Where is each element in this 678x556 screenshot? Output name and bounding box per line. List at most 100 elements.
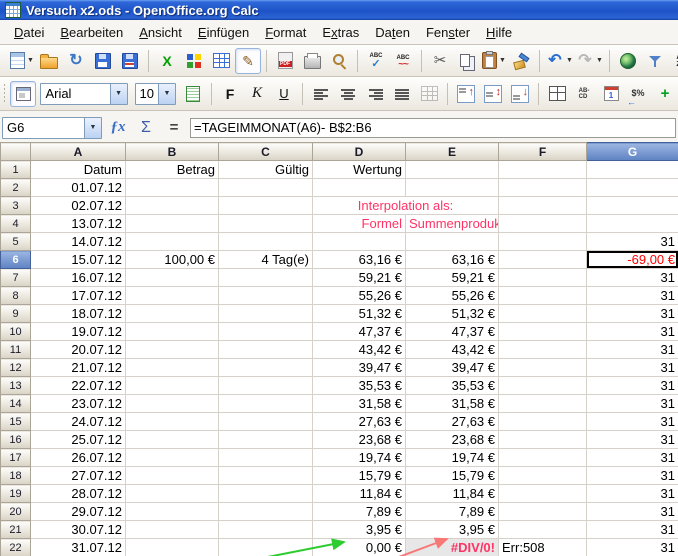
cell-A1[interactable]: Datum: [31, 161, 126, 179]
row-header-6[interactable]: 6: [1, 251, 31, 269]
undo-button[interactable]: ↶▼: [545, 48, 574, 74]
cell-C5[interactable]: [219, 233, 313, 251]
cell-E20[interactable]: 7,89 €: [406, 503, 499, 521]
menu-daten[interactable]: Daten: [367, 22, 418, 43]
cell-G12[interactable]: 31: [587, 359, 678, 377]
chevron-down-icon[interactable]: ▼: [110, 84, 127, 104]
cell-F2[interactable]: [499, 179, 587, 197]
cell-B12[interactable]: [126, 359, 219, 377]
bold-button[interactable]: F: [217, 81, 243, 107]
cell-G21[interactable]: 31: [587, 521, 678, 539]
row-header-22[interactable]: 22: [1, 539, 31, 556]
row-header-7[interactable]: 7: [1, 269, 31, 287]
date-format-button[interactable]: 1: [598, 81, 624, 107]
cell-A4[interactable]: 13.07.12: [31, 215, 126, 233]
cell-A21[interactable]: 30.07.12: [31, 521, 126, 539]
row-header-11[interactable]: 11: [1, 341, 31, 359]
cell-A13[interactable]: 22.07.12: [31, 377, 126, 395]
cell-C4[interactable]: [219, 215, 313, 233]
italic-button[interactable]: K: [244, 81, 270, 107]
new-document-button[interactable]: ▼: [9, 48, 35, 74]
cell-F10[interactable]: [499, 323, 587, 341]
cell-B20[interactable]: [126, 503, 219, 521]
cell-D14[interactable]: 31,58 €: [313, 395, 406, 413]
dropdown-arrow-icon[interactable]: ▼: [27, 57, 34, 64]
cell-G16[interactable]: 31: [587, 431, 678, 449]
menu-ansicht[interactable]: Ansicht: [131, 22, 190, 43]
cell-D7[interactable]: 59,21 €: [313, 269, 406, 287]
cell-D5[interactable]: [313, 233, 406, 251]
cell-G3[interactable]: [587, 197, 678, 215]
menu-extras[interactable]: Extras: [314, 22, 367, 43]
cell-F8[interactable]: [499, 287, 587, 305]
cell-E7[interactable]: 59,21 €: [406, 269, 499, 287]
cell-E17[interactable]: 19,74 €: [406, 449, 499, 467]
edit-file-button[interactable]: ✎: [235, 48, 261, 74]
cell-E1[interactable]: [406, 161, 499, 179]
cell-B13[interactable]: [126, 377, 219, 395]
cell-E18[interactable]: 15,79 €: [406, 467, 499, 485]
cell-C8[interactable]: [219, 287, 313, 305]
save-as-button[interactable]: [117, 48, 143, 74]
cell-D8[interactable]: 55,26 €: [313, 287, 406, 305]
cell-D6[interactable]: 63,16 €: [313, 251, 406, 269]
sort-ascending-button[interactable]: A Z: [669, 48, 678, 74]
row-header-5[interactable]: 5: [1, 233, 31, 251]
cell-C15[interactable]: [219, 413, 313, 431]
cell-F21[interactable]: [499, 521, 587, 539]
cell-G4[interactable]: [587, 215, 678, 233]
cell-B21[interactable]: [126, 521, 219, 539]
cell-G15[interactable]: 31: [587, 413, 678, 431]
auto-spellcheck-button[interactable]: [390, 48, 416, 74]
paste-button[interactable]: ▼: [481, 48, 507, 74]
currency-format-button[interactable]: $%: [625, 81, 651, 107]
wrap-text-button[interactable]: AB- CD: [571, 81, 597, 107]
cell-C19[interactable]: [219, 485, 313, 503]
cell-E6[interactable]: 63,16 €: [406, 251, 499, 269]
cell-C22[interactable]: [219, 539, 313, 556]
column-header-D[interactable]: D: [313, 143, 406, 161]
function-wizard-button[interactable]: ƒx: [106, 116, 130, 140]
cell-B19[interactable]: [126, 485, 219, 503]
cell-A8[interactable]: 17.07.12: [31, 287, 126, 305]
cell-F5[interactable]: [499, 233, 587, 251]
cell-G9[interactable]: 31: [587, 305, 678, 323]
cell-A17[interactable]: 26.07.12: [31, 449, 126, 467]
cell-C17[interactable]: [219, 449, 313, 467]
column-header-F[interactable]: F: [499, 143, 587, 161]
row-header-21[interactable]: 21: [1, 521, 31, 539]
cell-C12[interactable]: [219, 359, 313, 377]
row-header-19[interactable]: 19: [1, 485, 31, 503]
row-header-15[interactable]: 15: [1, 413, 31, 431]
cell-F15[interactable]: [499, 413, 587, 431]
cell-D9[interactable]: 51,32 €: [313, 305, 406, 323]
copy-button[interactable]: [454, 48, 480, 74]
cell-A5[interactable]: 14.07.12: [31, 233, 126, 251]
cell-B7[interactable]: [126, 269, 219, 287]
cell-B14[interactable]: [126, 395, 219, 413]
align-center-button[interactable]: [335, 81, 361, 107]
cell-C2[interactable]: [219, 179, 313, 197]
cell-D4[interactable]: Formel: [313, 215, 406, 233]
cell-G6[interactable]: -69,00 €: [587, 251, 678, 269]
cell-D20[interactable]: 7,89 €: [313, 503, 406, 521]
cell-G13[interactable]: 31: [587, 377, 678, 395]
styles-window-button[interactable]: [10, 81, 36, 107]
cell-A12[interactable]: 21.07.12: [31, 359, 126, 377]
align-top-button[interactable]: [453, 81, 479, 107]
cell-A10[interactable]: 19.07.12: [31, 323, 126, 341]
cell-B16[interactable]: [126, 431, 219, 449]
cell-E21[interactable]: 3,95 €: [406, 521, 499, 539]
title-bar[interactable]: Versuch x2.ods - OpenOffice.org Calc: [0, 0, 678, 20]
cell-B3[interactable]: [126, 197, 219, 215]
underline-button[interactable]: U: [271, 81, 297, 107]
align-middle-button[interactable]: [480, 81, 506, 107]
cell-D10[interactable]: 47,37 €: [313, 323, 406, 341]
cell-C11[interactable]: [219, 341, 313, 359]
cell-F6[interactable]: [499, 251, 587, 269]
menu-format[interactable]: Format: [257, 22, 314, 43]
toolbar-grip[interactable]: [4, 84, 5, 104]
cell-B6[interactable]: 100,00 €: [126, 251, 219, 269]
cell-A2[interactable]: 01.07.12: [31, 179, 126, 197]
cell-B18[interactable]: [126, 467, 219, 485]
